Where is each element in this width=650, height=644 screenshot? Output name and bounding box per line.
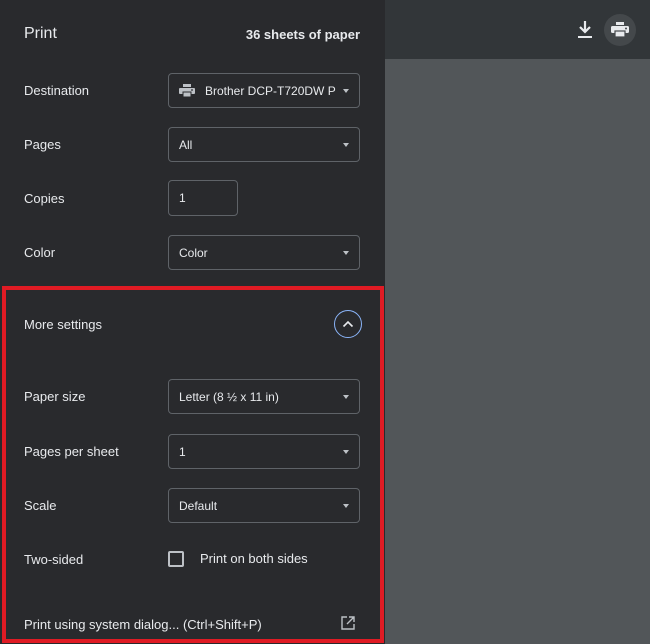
paper-size-label: Paper size (24, 389, 86, 404)
printer-icon (611, 22, 629, 38)
chevron-down-icon (343, 251, 349, 255)
print-title: Print (24, 25, 57, 42)
pages-per-sheet-label: Pages per sheet (24, 444, 119, 459)
chevron-down-icon (343, 504, 349, 508)
destination-select[interactable]: Brother DCP-T720DW P (168, 73, 360, 108)
open-in-new-icon[interactable] (341, 616, 355, 630)
print-button[interactable] (604, 14, 636, 46)
pages-select[interactable]: All (168, 127, 360, 162)
pages-per-sheet-value: 1 (179, 445, 186, 459)
destination-label: Destination (24, 83, 90, 98)
chevron-down-icon (343, 450, 349, 454)
copies-label: Copies (24, 191, 65, 206)
download-icon[interactable] (576, 20, 594, 40)
scale-value: Default (179, 499, 218, 513)
scale-label: Scale (24, 498, 57, 513)
two-sided-checkbox-label[interactable]: Print on both sides (200, 551, 308, 566)
pages-label: Pages (24, 137, 61, 152)
pages-value: All (179, 138, 193, 152)
sheet-count: 36 sheets of paper (245, 27, 360, 42)
print-settings-sidebar: Print 36 sheets of paper Destination Bro… (0, 0, 385, 644)
pages-per-sheet-select[interactable]: 1 (168, 434, 360, 469)
more-settings-label[interactable]: More settings (24, 317, 102, 332)
two-sided-checkbox[interactable] (168, 551, 184, 567)
scale-select[interactable]: Default (168, 488, 360, 523)
two-sided-label: Two-sided (24, 552, 84, 567)
paper-size-value: Letter (8 ½ x 11 in) (179, 390, 279, 404)
color-label: Color (24, 245, 56, 260)
chevron-down-icon (343, 395, 349, 399)
color-value: Color (179, 246, 208, 260)
paper-size-select[interactable]: Letter (8 ½ x 11 in) (168, 379, 360, 414)
chevron-down-icon (343, 89, 349, 93)
more-settings-toggle-button[interactable] (334, 310, 362, 338)
chevron-down-icon (343, 143, 349, 147)
chevron-up-icon (342, 320, 354, 328)
color-select[interactable]: Color (168, 235, 360, 270)
system-dialog-link[interactable]: Print using system dialog... (Ctrl+Shift… (24, 617, 262, 632)
destination-value: Brother DCP-T720DW P (205, 84, 336, 98)
printer-icon (179, 83, 195, 98)
copies-input[interactable]: 1 (168, 180, 238, 216)
